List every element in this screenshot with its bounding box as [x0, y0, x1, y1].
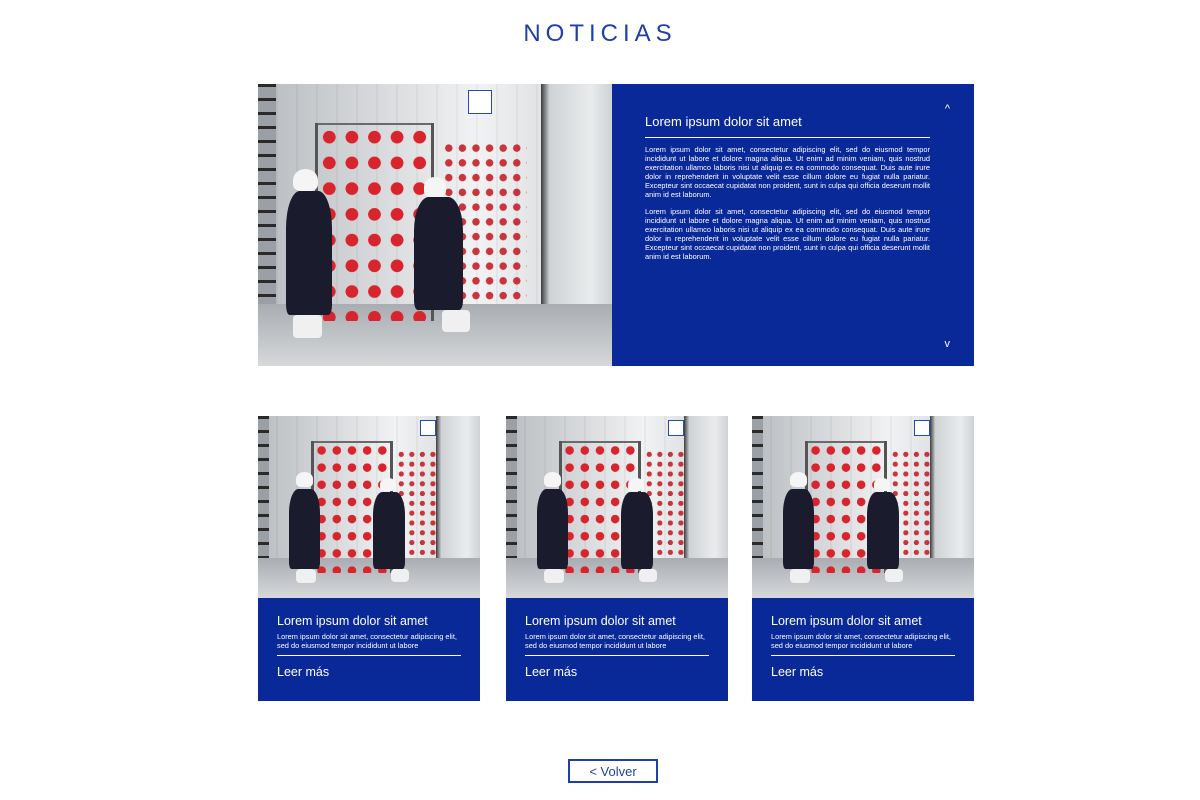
page-title: NOTICIAS	[523, 20, 677, 47]
news-card-image	[506, 416, 728, 598]
featured-news-heading: Lorem ipsum dolor sit amet	[645, 114, 930, 138]
featured-news: ^ Lorem ipsum dolor sit amet Lorem ipsum…	[258, 84, 974, 366]
news-card-excerpt: Lorem ipsum dolor sit amet, consectetur …	[771, 632, 955, 656]
featured-news-panel: ^ Lorem ipsum dolor sit amet Lorem ipsum…	[612, 84, 974, 366]
news-card: Lorem ipsum dolor sit amet Lorem ipsum d…	[258, 416, 480, 701]
featured-news-paragraph: Lorem ipsum dolor sit amet, consectetur …	[645, 145, 930, 199]
news-card-image	[752, 416, 974, 598]
news-page: NOTICIAS ^ Lorem ipsum dolor sit amet Lo…	[0, 0, 1200, 800]
news-card-excerpt: Lorem ipsum dolor sit amet, consectetur …	[525, 632, 709, 656]
read-more-link[interactable]: Leer más	[277, 665, 461, 679]
news-card-body: Lorem ipsum dolor sit amet Lorem ipsum d…	[752, 598, 974, 701]
news-card-image	[258, 416, 480, 598]
scroll-up-icon[interactable]: ^	[945, 104, 950, 115]
news-card: Lorem ipsum dolor sit amet Lorem ipsum d…	[506, 416, 728, 701]
featured-news-image	[258, 84, 612, 366]
scroll-down-icon[interactable]: v	[945, 339, 951, 350]
back-button[interactable]: < Volver	[568, 759, 658, 783]
news-card-body: Lorem ipsum dolor sit amet Lorem ipsum d…	[258, 598, 480, 701]
read-more-link[interactable]: Leer más	[771, 665, 955, 679]
news-card: Lorem ipsum dolor sit amet Lorem ipsum d…	[752, 416, 974, 701]
read-more-link[interactable]: Leer más	[525, 665, 709, 679]
news-card-excerpt: Lorem ipsum dolor sit amet, consectetur …	[277, 632, 461, 656]
featured-news-body: Lorem ipsum dolor sit amet, consectetur …	[645, 145, 930, 262]
news-card-title: Lorem ipsum dolor sit amet	[771, 614, 922, 628]
news-card-body: Lorem ipsum dolor sit amet Lorem ipsum d…	[506, 598, 728, 701]
news-card-title: Lorem ipsum dolor sit amet	[525, 614, 676, 628]
news-card-title: Lorem ipsum dolor sit amet	[277, 614, 428, 628]
featured-news-paragraph: Lorem ipsum dolor sit amet, consectetur …	[645, 207, 930, 261]
